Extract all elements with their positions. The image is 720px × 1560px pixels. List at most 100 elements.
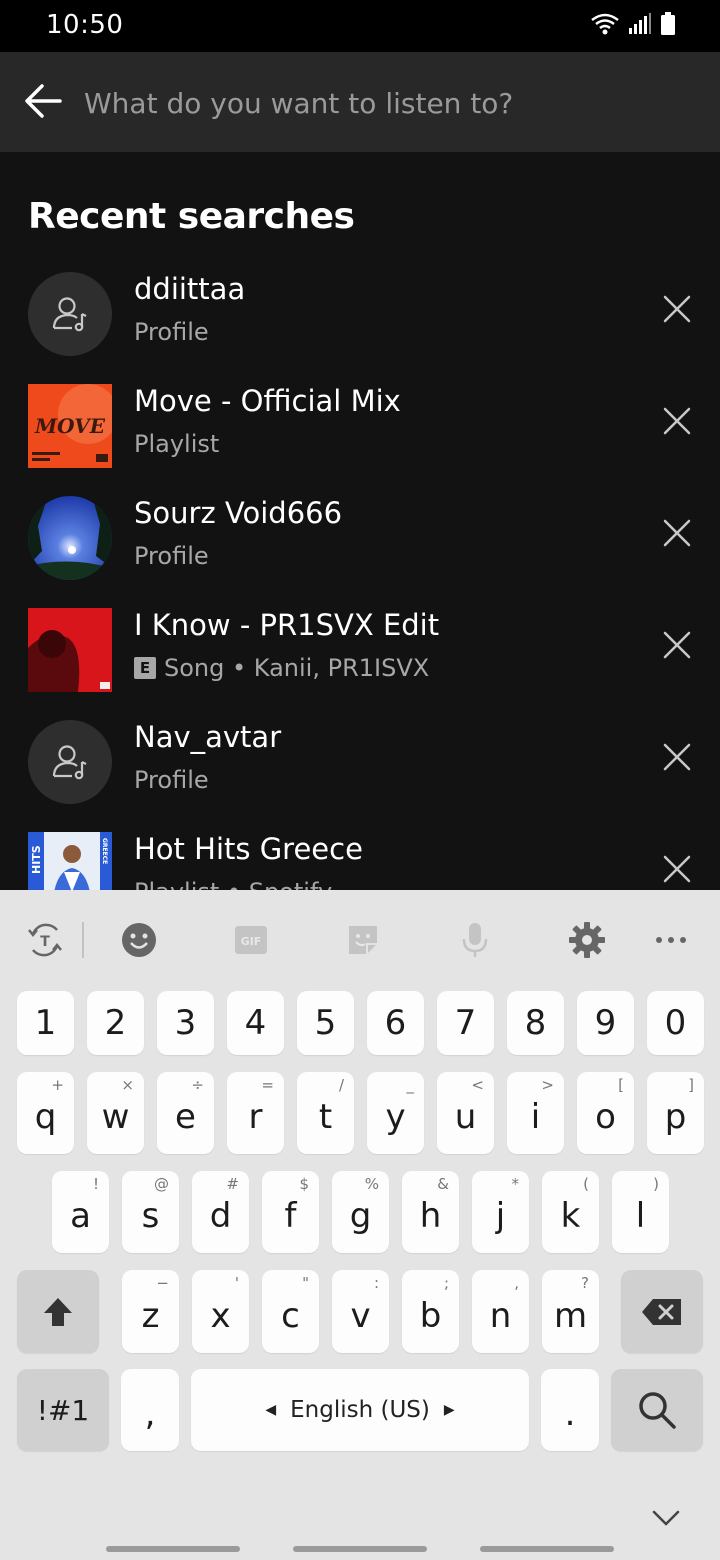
key-l[interactable]: ) l [612, 1171, 669, 1253]
key-label: j [495, 1196, 506, 1236]
key-label: y [385, 1097, 406, 1137]
gif-icon[interactable]: GIF [231, 920, 271, 960]
key-w[interactable]: × w [87, 1072, 144, 1154]
item-title: I Know - PR1SVX Edit [134, 608, 440, 642]
key-p[interactable]: ] p [647, 1072, 704, 1154]
key-secondary-label: ÷ [191, 1076, 204, 1094]
key-z[interactable]: − z [122, 1270, 179, 1353]
key-label: k [560, 1196, 581, 1236]
key-i[interactable]: > i [507, 1072, 564, 1154]
sticker-icon[interactable] [343, 920, 383, 960]
search-input[interactable] [84, 80, 684, 126]
key-h[interactable]: & h [402, 1171, 459, 1253]
key-d[interactable]: # d [192, 1171, 249, 1253]
nav-handle [480, 1546, 614, 1552]
key-2[interactable]: 2 [87, 991, 144, 1055]
key-e[interactable]: ÷ e [157, 1072, 214, 1154]
key-v[interactable]: :v [332, 1270, 389, 1353]
key-x[interactable]: ' x [192, 1270, 249, 1353]
key-secondary-label: @ [154, 1175, 169, 1193]
recent-item[interactable]: HITS GREECE Hot Hits Greece Playlist • S… [0, 828, 720, 890]
key-label: 3 [174, 1003, 197, 1043]
key-3[interactable]: 3 [157, 991, 214, 1055]
recent-item[interactable]: MOVE Move - Official Mix Playlist [0, 380, 720, 492]
key-r[interactable]: = r [227, 1072, 284, 1154]
item-subtitle: Profile [134, 766, 209, 794]
section-title: Recent searches [28, 196, 355, 237]
key-a[interactable]: ! a [52, 1171, 109, 1253]
close-icon[interactable] [662, 518, 692, 548]
key-secondary-label: _ [406, 1076, 415, 1094]
key-secondary-label: * [511, 1175, 520, 1193]
key-s[interactable]: @ s [122, 1171, 179, 1253]
key-label: c [281, 1295, 300, 1336]
key-g[interactable]: % g [332, 1171, 389, 1253]
recent-item[interactable]: ddiittaa Profile [0, 268, 720, 380]
backspace-key[interactable] [621, 1270, 703, 1353]
explicit-badge: E [134, 657, 156, 679]
key-y[interactable]: _ y [367, 1072, 424, 1154]
key-j[interactable]: * j [472, 1171, 529, 1253]
key-6[interactable]: 6 [367, 991, 424, 1055]
key-0[interactable]: 0 [647, 991, 704, 1055]
microphone-icon[interactable] [455, 920, 495, 960]
key-secondary-label: ! [92, 1175, 99, 1193]
key-c[interactable]: " c [262, 1270, 319, 1353]
search-key[interactable] [611, 1369, 703, 1451]
item-subtitle: E Song • Kanii, PR1ISVX [134, 654, 429, 682]
key-secondary-label: ) [653, 1175, 659, 1193]
key-label: 9 [594, 1003, 617, 1043]
emoji-icon[interactable] [119, 920, 159, 960]
key-label: i [530, 1097, 541, 1137]
close-icon[interactable] [662, 294, 692, 324]
gear-icon[interactable] [567, 920, 607, 960]
key-8[interactable]: 8 [507, 991, 564, 1055]
move-cover-art: MOVE [28, 384, 112, 468]
recent-item[interactable]: Sourz Void666 Profile [0, 492, 720, 604]
chevron-down-icon[interactable] [652, 1510, 680, 1526]
svg-text:GIF: GIF [241, 935, 262, 948]
key-u[interactable]: < u [437, 1072, 494, 1154]
key-7[interactable]: 7 [437, 991, 494, 1055]
close-icon[interactable] [662, 742, 692, 772]
key-label: m [553, 1295, 588, 1336]
shift-key[interactable] [17, 1270, 99, 1353]
key-label: s [141, 1196, 160, 1236]
item-title: ddiittaa [134, 272, 246, 306]
search-bar [0, 52, 720, 152]
key-q[interactable]: + q [17, 1072, 74, 1154]
key-secondary-label: > [541, 1076, 554, 1094]
key-t[interactable]: / t [297, 1072, 354, 1154]
key-o[interactable]: [o [577, 1072, 634, 1154]
key-secondary-label: ' [234, 1274, 239, 1292]
close-icon[interactable] [662, 630, 692, 660]
translate-icon[interactable]: T [25, 920, 65, 960]
key-4[interactable]: 4 [227, 991, 284, 1055]
key-f[interactable]: $ f [262, 1171, 319, 1253]
symbols-key[interactable]: !#1 [17, 1369, 109, 1451]
key-m[interactable]: ? m [542, 1270, 599, 1353]
key-n[interactable]: ,n [472, 1270, 529, 1353]
key-label: x [210, 1295, 231, 1336]
key-9[interactable]: 9 [577, 991, 634, 1055]
key-5[interactable]: 5 [297, 991, 354, 1055]
space-key[interactable]: ◀ English (US) ▶ [191, 1369, 529, 1451]
key-secondary-label: × [121, 1076, 134, 1094]
key-k[interactable]: (k [542, 1171, 599, 1253]
key-secondary-label: # [226, 1175, 239, 1193]
more-icon[interactable] [651, 920, 691, 960]
back-arrow-icon[interactable] [22, 80, 64, 122]
key-secondary-label: ? [581, 1274, 589, 1292]
status-icons [590, 12, 676, 36]
key-label: 4 [244, 1003, 267, 1043]
close-icon[interactable] [662, 854, 692, 884]
sky-photo [28, 496, 112, 580]
key-1[interactable]: 1 [17, 991, 74, 1055]
recent-item[interactable]: Nav_avtar Profile [0, 716, 720, 828]
close-icon[interactable] [662, 406, 692, 436]
comma-key[interactable]: , [121, 1369, 179, 1451]
song-cover-art [28, 608, 112, 692]
recent-item[interactable]: I Know - PR1SVX Edit E Song • Kanii, PR1… [0, 604, 720, 716]
key-b[interactable]: ; b [402, 1270, 459, 1353]
period-key[interactable]: . [541, 1369, 599, 1451]
